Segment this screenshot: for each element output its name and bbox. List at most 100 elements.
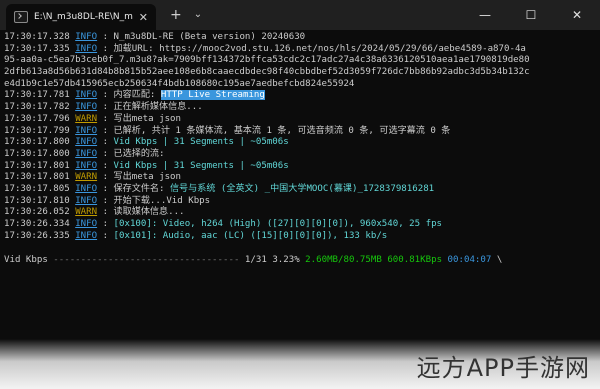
- log-timestamp: 17:30:17.799: [4, 125, 70, 136]
- log-level: INFO: [75, 183, 98, 194]
- terminal-icon: [14, 11, 28, 23]
- log-level: WARN: [75, 207, 98, 218]
- log-timestamp: 17:30:17.800: [4, 137, 70, 148]
- log-message: 正在解析媒体信息...: [113, 102, 203, 113]
- progress-size: 2.60MB/80.75MB: [305, 255, 382, 265]
- log-message: 读取媒体信息...: [113, 207, 185, 218]
- log-timestamp: 17:30:17.782: [4, 102, 70, 113]
- log-timestamp: 17:30:26.334: [4, 219, 70, 229]
- progress-percent: 3.23%: [272, 255, 300, 265]
- progress-speed: 600.81KBps: [387, 255, 443, 265]
- log-separator: :: [97, 90, 114, 101]
- log-message: 2dfb613a8d56b631d84b8b815b52aee108e6b8ca…: [4, 67, 530, 78]
- log-message: 已选择的流:: [113, 148, 165, 159]
- log-level: INFO: [75, 230, 98, 241]
- watermark-text: 远方APP手游网: [416, 354, 590, 382]
- log-message: 95-aa0a-c5ea7b3ceb0f_7.m3u8?ak=7909bff13…: [4, 55, 530, 66]
- progress-bar: ----------------------------------: [47, 255, 240, 265]
- log-separator: :: [97, 172, 114, 183]
- log-separator: :: [97, 207, 114, 218]
- log-level: INFO: [75, 43, 98, 54]
- log-separator: :: [97, 183, 114, 194]
- log-line: 17:30:17.799 INFO : 已解析, 共计 1 条媒体流, 基本流 …: [4, 126, 596, 138]
- log-line: 17:30:17.782 INFO : 正在解析媒体信息...: [4, 102, 596, 114]
- progress-eta: 00:04:07: [447, 255, 492, 265]
- log-line: 17:30:17.800 INFO : Vid Kbps | 31 Segmen…: [4, 137, 596, 149]
- log-line: 95-aa0a-c5ea7b3ceb0f_7.m3u8?ak=7909bff13…: [4, 55, 596, 67]
- log-timestamp: 17:30:17.801: [4, 160, 70, 171]
- window-controls: — ☐ ✕: [462, 0, 600, 30]
- log-line: 17:30:17.328 INFO : N_m3u8DL-RE (Beta ve…: [4, 32, 596, 44]
- log-timestamp: 17:30:17.810: [4, 195, 70, 206]
- log-line: 17:30:17.800 INFO : 已选择的流:: [4, 149, 596, 161]
- log-level: INFO: [75, 160, 98, 171]
- log-level: INFO: [75, 125, 98, 136]
- log-timestamp: 17:30:26.052: [4, 207, 70, 218]
- log-level: INFO: [75, 90, 98, 101]
- log-level: INFO: [75, 148, 98, 159]
- log-level: INFO: [75, 102, 98, 113]
- log-message: [0x101]: Audio, aac (LC) ([15][0][0][0])…: [113, 230, 388, 241]
- log-line: 17:30:17.781 INFO : 内容匹配: HTTP Live Stre…: [4, 90, 596, 102]
- chevron-down-icon[interactable]: ⌄: [194, 0, 202, 30]
- log-level: INFO: [75, 195, 98, 206]
- log-message: 写出meta json: [113, 113, 181, 124]
- terminal-output[interactable]: 17:30:17.328 INFO : N_m3u8DL-RE (Beta ve…: [4, 32, 596, 242]
- log-level: WARN: [75, 113, 98, 124]
- log-timestamp: 17:30:26.335: [4, 230, 70, 241]
- log-level: WARN: [75, 172, 98, 183]
- log-timestamp: 17:30:17.781: [4, 90, 70, 101]
- log-message: e4d1b9c1e57db415965ecb250634f4bdb108680c…: [4, 78, 355, 89]
- log-line: 17:30:17.796 WARN : 写出meta json: [4, 114, 596, 126]
- log-highlight: HTTP Live Streaming: [160, 90, 265, 101]
- new-tab-button[interactable]: +: [170, 0, 182, 30]
- log-timestamp: 17:30:17.801: [4, 172, 70, 183]
- log-line: 17:30:26.334 INFO : [0x100]: Video, h264…: [4, 219, 596, 231]
- log-separator: :: [97, 113, 114, 124]
- log-line: 2dfb613a8d56b631d84b8b815b52aee108e6b8ca…: [4, 67, 596, 79]
- progress-count: 1/31: [244, 255, 267, 265]
- log-level: INFO: [75, 137, 98, 148]
- minimize-button[interactable]: —: [462, 0, 508, 30]
- close-button[interactable]: ✕: [554, 0, 600, 30]
- log-line: 17:30:17.801 WARN : 写出meta json: [4, 172, 596, 184]
- log-line: 17:30:17.335 INFO : 加载URL: https://mooc2…: [4, 44, 596, 56]
- log-message: N_m3u8DL-RE (Beta version) 20240630: [113, 32, 306, 42]
- log-level: INFO: [75, 32, 98, 42]
- tab-title: E:\N_m3u8DL-RE\N_m3u8DL-F: [34, 12, 133, 22]
- tab-close-icon[interactable]: ✕: [139, 11, 148, 24]
- log-line: 17:30:17.810 INFO : 开始下载...Vid Kbps: [4, 196, 596, 208]
- log-line: 17:30:17.805 INFO : 保存文件名: 信号与系统 (全英文) _…: [4, 184, 596, 196]
- terminal-tab[interactable]: E:\N_m3u8DL-RE\N_m3u8DL-F ✕: [6, 4, 156, 30]
- log-timestamp: 17:30:17.796: [4, 113, 70, 124]
- log-timestamp: 17:30:17.800: [4, 148, 70, 159]
- log-message: 内容匹配:: [113, 90, 161, 101]
- maximize-button[interactable]: ☐: [508, 0, 554, 30]
- log-line: 17:30:26.052 WARN : 读取媒体信息...: [4, 207, 596, 219]
- log-message: 写出meta json: [113, 172, 181, 183]
- log-separator: :: [97, 125, 114, 136]
- log-message: Vid Kbps | 31 Segments | ~05m06s: [113, 160, 289, 171]
- log-separator: :: [97, 219, 114, 229]
- log-timestamp: 17:30:17.335: [4, 43, 70, 54]
- progress-label: Vid Kbps: [4, 255, 48, 265]
- watermark: 远方APP手游网: [0, 339, 600, 389]
- progress-spinner: \: [496, 255, 503, 265]
- log-message: 开始下载...Vid Kbps: [113, 195, 211, 206]
- log-separator: :: [97, 195, 114, 206]
- log-separator: :: [97, 43, 114, 54]
- log-message: 已解析, 共计 1 条媒体流, 基本流 1 条, 可选音频流 0 条, 可选字幕…: [113, 125, 451, 136]
- log-separator: :: [97, 137, 114, 148]
- log-separator: :: [97, 102, 114, 113]
- title-bar: E:\N_m3u8DL-RE\N_m3u8DL-F ✕ + ⌄ — ☐ ✕: [0, 0, 600, 30]
- log-message: 保存文件名:: [113, 183, 170, 194]
- log-message: 加载URL: https://mooc2vod.stu.126.net/nos/…: [113, 43, 526, 54]
- log-separator: :: [97, 32, 114, 42]
- log-line: 17:30:17.801 INFO : Vid Kbps | 31 Segmen…: [4, 161, 596, 173]
- download-progress-line: Vid Kbps -------------------------------…: [4, 254, 596, 266]
- log-filename: 信号与系统 (全英文) _中国大学MOOC(慕课)_1728379816281: [169, 183, 435, 194]
- log-message: Vid Kbps | 31 Segments | ~05m06s: [113, 137, 289, 148]
- log-line: e4d1b9c1e57db415965ecb250634f4bdb108680c…: [4, 79, 596, 91]
- log-level: INFO: [75, 219, 98, 229]
- log-timestamp: 17:30:17.328: [4, 32, 70, 42]
